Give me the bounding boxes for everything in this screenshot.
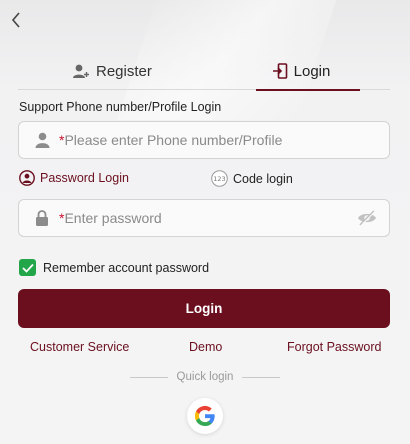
- password-login-label: Password Login: [40, 171, 129, 185]
- tab-login-label: Login: [293, 62, 331, 80]
- login-mode-selector: Password Login 123 Code login: [19, 170, 391, 188]
- chevron-left-icon: [11, 12, 20, 28]
- code-login-label: Code login: [233, 171, 293, 186]
- code-123-icon: 123: [211, 170, 228, 187]
- demo-link[interactable]: Demo: [189, 340, 222, 354]
- divider-line-left: [129, 376, 168, 378]
- remember-label: Remember account password: [43, 260, 210, 275]
- svg-text:123: 123: [213, 175, 225, 183]
- forgot-password-link[interactable]: Forgot Password: [287, 340, 381, 354]
- user-circle-icon: [19, 170, 35, 186]
- phone-input[interactable]: [64, 122, 389, 158]
- check-icon: [21, 263, 34, 273]
- remember-password-toggle[interactable]: Remember account password: [19, 259, 209, 276]
- auth-tabs: Register Login: [18, 52, 390, 91]
- password-field[interactable]: *: [18, 199, 390, 237]
- user-icon: [31, 132, 53, 148]
- helper-links: Customer Service Demo Forgot Password: [0, 340, 410, 356]
- quick-login-divider: Quick login: [0, 371, 410, 383]
- tab-register[interactable]: Register: [72, 52, 152, 90]
- support-label: Support Phone number/Profile Login: [19, 100, 222, 114]
- customer-service-link[interactable]: Customer Service: [30, 340, 129, 354]
- google-login-button[interactable]: [187, 398, 223, 434]
- login-button[interactable]: Login: [18, 289, 390, 328]
- quick-login-label: Quick login: [176, 371, 234, 383]
- lock-icon: [31, 210, 53, 226]
- back-button[interactable]: [6, 10, 26, 30]
- code-login-option[interactable]: 123 Code login: [211, 170, 293, 187]
- tab-login[interactable]: Login: [256, 52, 360, 91]
- phone-field[interactable]: *: [18, 121, 390, 159]
- password-login-option[interactable]: Password Login: [19, 170, 129, 186]
- remember-checkbox[interactable]: [19, 259, 36, 276]
- divider-line-right: [242, 376, 281, 378]
- google-icon: [194, 405, 215, 427]
- eye-off-icon[interactable]: [357, 210, 377, 226]
- password-input[interactable]: [64, 200, 357, 236]
- add-user-icon: [72, 63, 90, 79]
- login-door-icon: [272, 63, 288, 79]
- tab-register-label: Register: [96, 62, 152, 80]
